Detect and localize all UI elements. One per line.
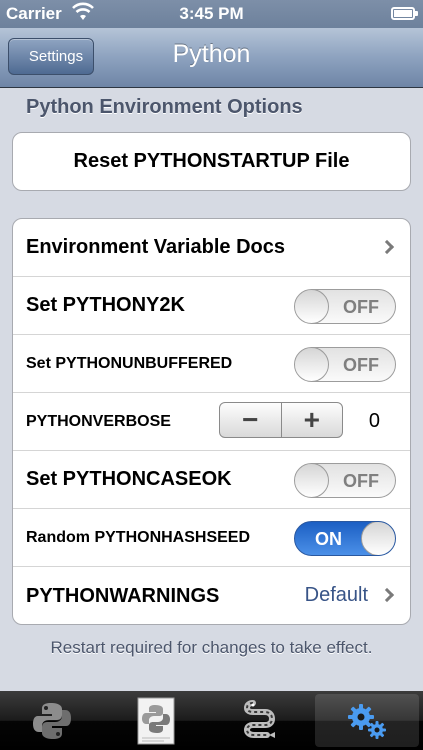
stepper-minus-button[interactable]: − [220, 403, 282, 437]
toggle-state: OFF [343, 297, 379, 317]
pythonwarnings-row[interactable]: PYTHONWARNINGS Default [13, 567, 410, 624]
toggle-knob [295, 348, 329, 381]
page-title: Python [172, 40, 251, 68]
pythonunbuffered-row: Set PYTHONUNBUFFERED OFF [13, 335, 410, 393]
pythony2k-label: Set PYTHONY2K [26, 294, 185, 316]
toggle-knob [295, 464, 329, 497]
tab-bar [0, 691, 423, 750]
pythoncaseok-toggle[interactable]: OFF [294, 463, 396, 498]
toggle-state: OFF [343, 355, 379, 375]
snake-icon [244, 699, 276, 738]
stepper-plus-button[interactable]: + [282, 403, 343, 437]
gears-icon [348, 703, 387, 739]
tab-python[interactable] [0, 691, 104, 750]
tab-settings[interactable] [315, 694, 419, 747]
python-logo-icon [32, 702, 71, 739]
pythonhashseed-row: Random PYTHONHASHSEED ON [13, 509, 410, 567]
script-document-icon [137, 697, 175, 744]
reset-group: Reset PYTHONSTARTUP File [12, 132, 411, 191]
pythonunbuffered-toggle[interactable]: OFF [294, 347, 396, 382]
status-time: 3:45 PM [179, 4, 244, 23]
restart-note: Restart required for changes to take eff… [50, 638, 373, 657]
pythonwarnings-value: Default [304, 584, 368, 606]
status-bar: Carrier 3:45 PM [0, 0, 423, 28]
pythonhashseed-toggle[interactable]: ON [294, 521, 396, 556]
pythonhashseed-label: Random PYTHONHASHSEED [26, 528, 251, 546]
reset-pythonstartup-button[interactable]: Reset PYTHONSTARTUP File [13, 133, 410, 190]
pythonverbose-label: PYTHONVERBOSE [26, 412, 171, 430]
navigation-bar: Settings Python [0, 28, 423, 88]
section-header: Python Environment Options [26, 96, 303, 118]
pythonverbose-value: 0 [368, 410, 380, 432]
env-variable-docs-label: Environment Variable Docs [26, 236, 285, 258]
chevron-right-icon [379, 587, 395, 603]
pythonverbose-row: PYTHONVERBOSE − + 0 [13, 393, 410, 451]
tab-script[interactable] [104, 691, 208, 750]
toggle-knob [295, 290, 329, 323]
battery-icon [391, 7, 418, 20]
pythonverbose-stepper: − + [219, 402, 343, 438]
pythony2k-row: Set PYTHONY2K OFF [13, 277, 410, 335]
toggle-knob [361, 522, 395, 555]
pythonwarnings-label: PYTHONWARNINGS [26, 584, 220, 607]
pythoncaseok-label: Set PYTHONCASEOK [26, 468, 232, 490]
pythonunbuffered-label: Set PYTHONUNBUFFERED [26, 354, 233, 372]
chevron-right-icon [379, 239, 395, 255]
toggle-state: OFF [343, 471, 379, 491]
tab-snake[interactable] [208, 691, 312, 750]
pythoncaseok-row: Set PYTHONCASEOK OFF [13, 451, 410, 509]
toggle-state: ON [315, 529, 342, 549]
options-group: Environment Variable Docs Set PYTHONY2K … [12, 218, 411, 625]
env-variable-docs-row[interactable]: Environment Variable Docs [13, 219, 410, 277]
pythony2k-toggle[interactable]: OFF [294, 289, 396, 324]
